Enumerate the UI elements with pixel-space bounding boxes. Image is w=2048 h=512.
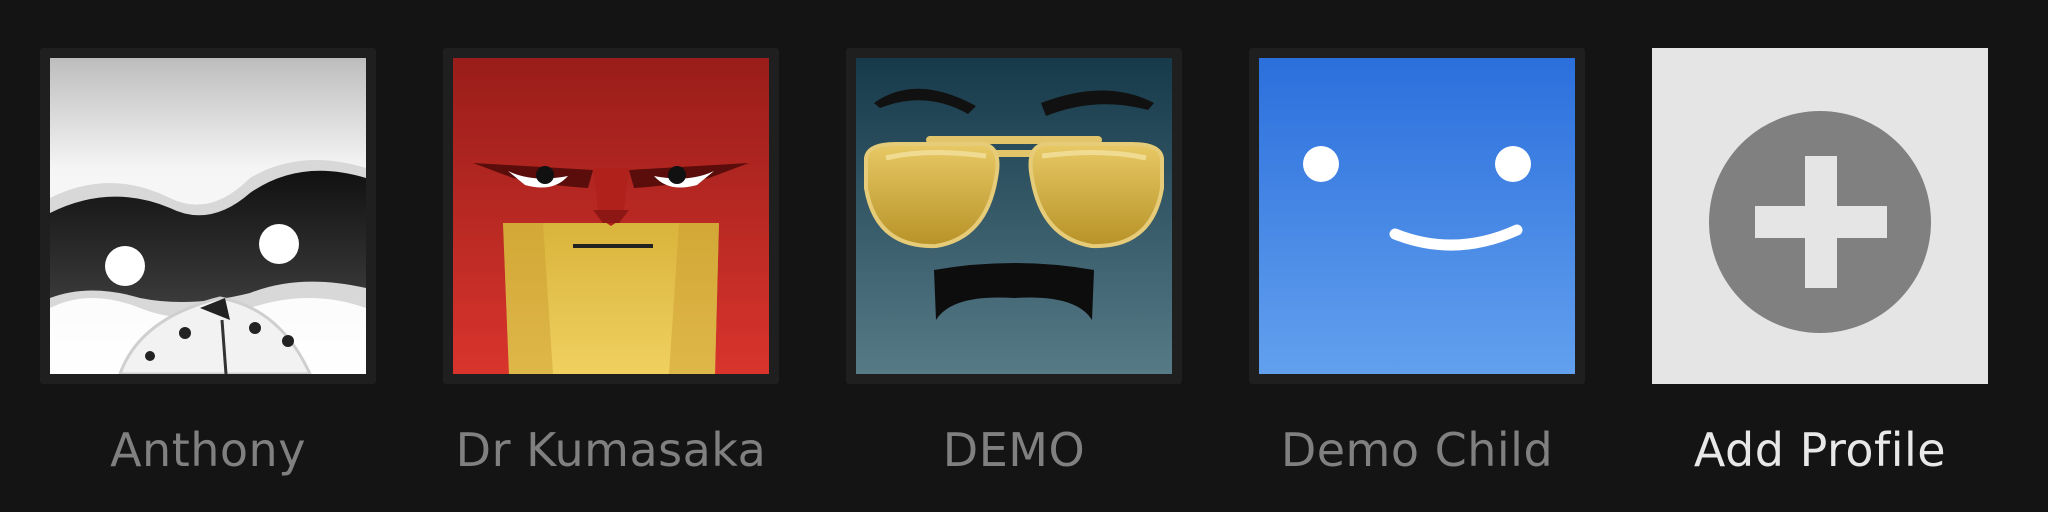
sunglasses-mustache-avatar-icon[interactable]: [856, 58, 1172, 374]
profile-anthony[interactable]: Anthony: [40, 0, 376, 512]
profile-avatar-frame[interactable]: [1249, 48, 1585, 384]
profile-demo-child[interactable]: Demo Child: [1249, 0, 1585, 512]
profile-avatar-frame[interactable]: [846, 48, 1182, 384]
profile-dr-kumasaka[interactable]: Dr Kumasaka: [443, 0, 779, 512]
profile-gate: Anthony Dr Kumasaka DEMO Demo Child Add …: [0, 0, 2048, 512]
profile-name[interactable]: Demo Child: [1209, 420, 1625, 480]
plus-circle-icon[interactable]: [1652, 48, 1988, 384]
panda-avatar-icon[interactable]: [50, 58, 366, 374]
blue-smiley-avatar-icon[interactable]: [1259, 58, 1575, 374]
add-profile-tile[interactable]: [1652, 48, 1988, 384]
add-profile-label[interactable]: Add Profile: [1612, 420, 2028, 480]
profile-name[interactable]: DEMO: [806, 420, 1222, 480]
add-profile[interactable]: Add Profile: [1652, 0, 1988, 512]
profile-avatar-frame[interactable]: [443, 48, 779, 384]
profile-demo[interactable]: DEMO: [846, 0, 1182, 512]
profile-name[interactable]: Dr Kumasaka: [403, 420, 819, 480]
red-angry-face-avatar-icon[interactable]: [453, 58, 769, 374]
profile-avatar-frame[interactable]: [40, 48, 376, 384]
profile-name[interactable]: Anthony: [0, 420, 416, 480]
